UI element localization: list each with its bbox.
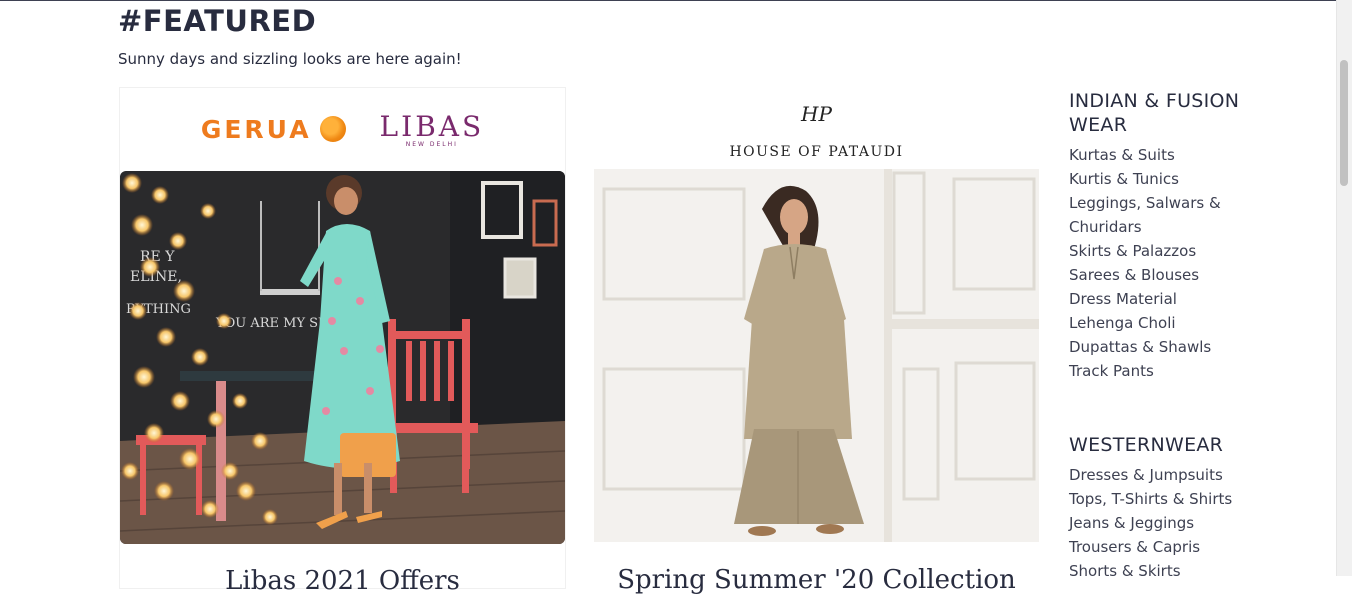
category-heading[interactable]: WESTERNWEAR: [1069, 433, 1244, 457]
category-heading[interactable]: INDIAN & FUSION WEAR: [1069, 89, 1244, 137]
category-link[interactable]: Kurtas & Suits: [1069, 143, 1244, 167]
house-of-pataudi-logo: HP HOUSE OF PATAUDI: [594, 87, 1039, 169]
category-list: Dresses & Jumpsuits Tops, T-Shirts & Shi…: [1069, 463, 1244, 583]
featured-card-house-of-pataudi[interactable]: HP HOUSE OF PATAUDI Spring Summer '20 Co…: [594, 87, 1039, 595]
category-link[interactable]: Shorts & Skirts: [1069, 559, 1244, 583]
category-list: Kurtas & Suits Kurtis & Tunics Leggings,…: [1069, 143, 1244, 383]
gerua-logo: GERUA: [201, 115, 346, 144]
libas-logo-text: LIBAS: [379, 110, 485, 143]
scrollbar-thumb[interactable]: [1340, 60, 1348, 186]
category-link[interactable]: Kurtis & Tunics: [1069, 167, 1244, 191]
top-border: [0, 0, 1352, 1]
pataudi-logo-text: HOUSE OF PATAUDI: [729, 144, 904, 160]
libas-logo-tagline: NEW DELHI: [405, 141, 458, 148]
category-link[interactable]: Lehenga Choli: [1069, 311, 1244, 335]
woman-in-beige-kurta-photo[interactable]: [594, 169, 1039, 542]
category-group-indian-fusion: INDIAN & FUSION WEAR Kurtas & Suits Kurt…: [1069, 89, 1244, 383]
sun-icon: [319, 116, 346, 142]
category-link[interactable]: Sarees & Blouses: [1069, 263, 1244, 287]
category-link[interactable]: Tops, T-Shirts & Shirts: [1069, 487, 1244, 511]
featured-card-libas-gerua[interactable]: GERUA LIBAS NEW DELHI RE Y ELINE, RYTHIN…: [119, 87, 566, 596]
woman-in-mint-floral-dress-photo[interactable]: RE Y ELINE, RYTHING YOU ARE MY SU: [120, 171, 565, 544]
card-caption[interactable]: Libas 2021 Offers: [120, 566, 565, 596]
page-scrollbar[interactable]: [1336, 0, 1352, 576]
category-link[interactable]: Track Pants: [1069, 359, 1244, 383]
category-link[interactable]: Trousers & Capris: [1069, 535, 1244, 559]
category-link[interactable]: Jeans & Jeggings: [1069, 511, 1244, 535]
gerua-logo-text: GERUA: [200, 114, 312, 144]
category-link[interactable]: Leggings, Salwars & Churidars: [1069, 191, 1244, 239]
category-group-westernwear: WESTERNWEAR Dresses & Jumpsuits Tops, T-…: [1069, 433, 1244, 583]
category-link[interactable]: Dupattas & Shawls: [1069, 335, 1244, 359]
svg-text:YOU ARE MY SU: YOU ARE MY SU: [215, 316, 329, 331]
libas-logo: LIBAS NEW DELHI: [380, 110, 485, 148]
brand-logos: GERUA LIBAS NEW DELHI: [120, 88, 565, 170]
card-caption[interactable]: Spring Summer '20 Collection: [594, 565, 1039, 595]
section-subtitle: Sunny days and sizzling looks are here a…: [118, 50, 462, 68]
category-link[interactable]: Dresses & Jumpsuits: [1069, 463, 1244, 487]
pataudi-monogram-icon: HP: [801, 102, 832, 126]
category-link[interactable]: Skirts & Palazzos: [1069, 239, 1244, 263]
category-link[interactable]: Dress Material: [1069, 287, 1244, 311]
section-title: #FEATURED: [118, 4, 317, 38]
